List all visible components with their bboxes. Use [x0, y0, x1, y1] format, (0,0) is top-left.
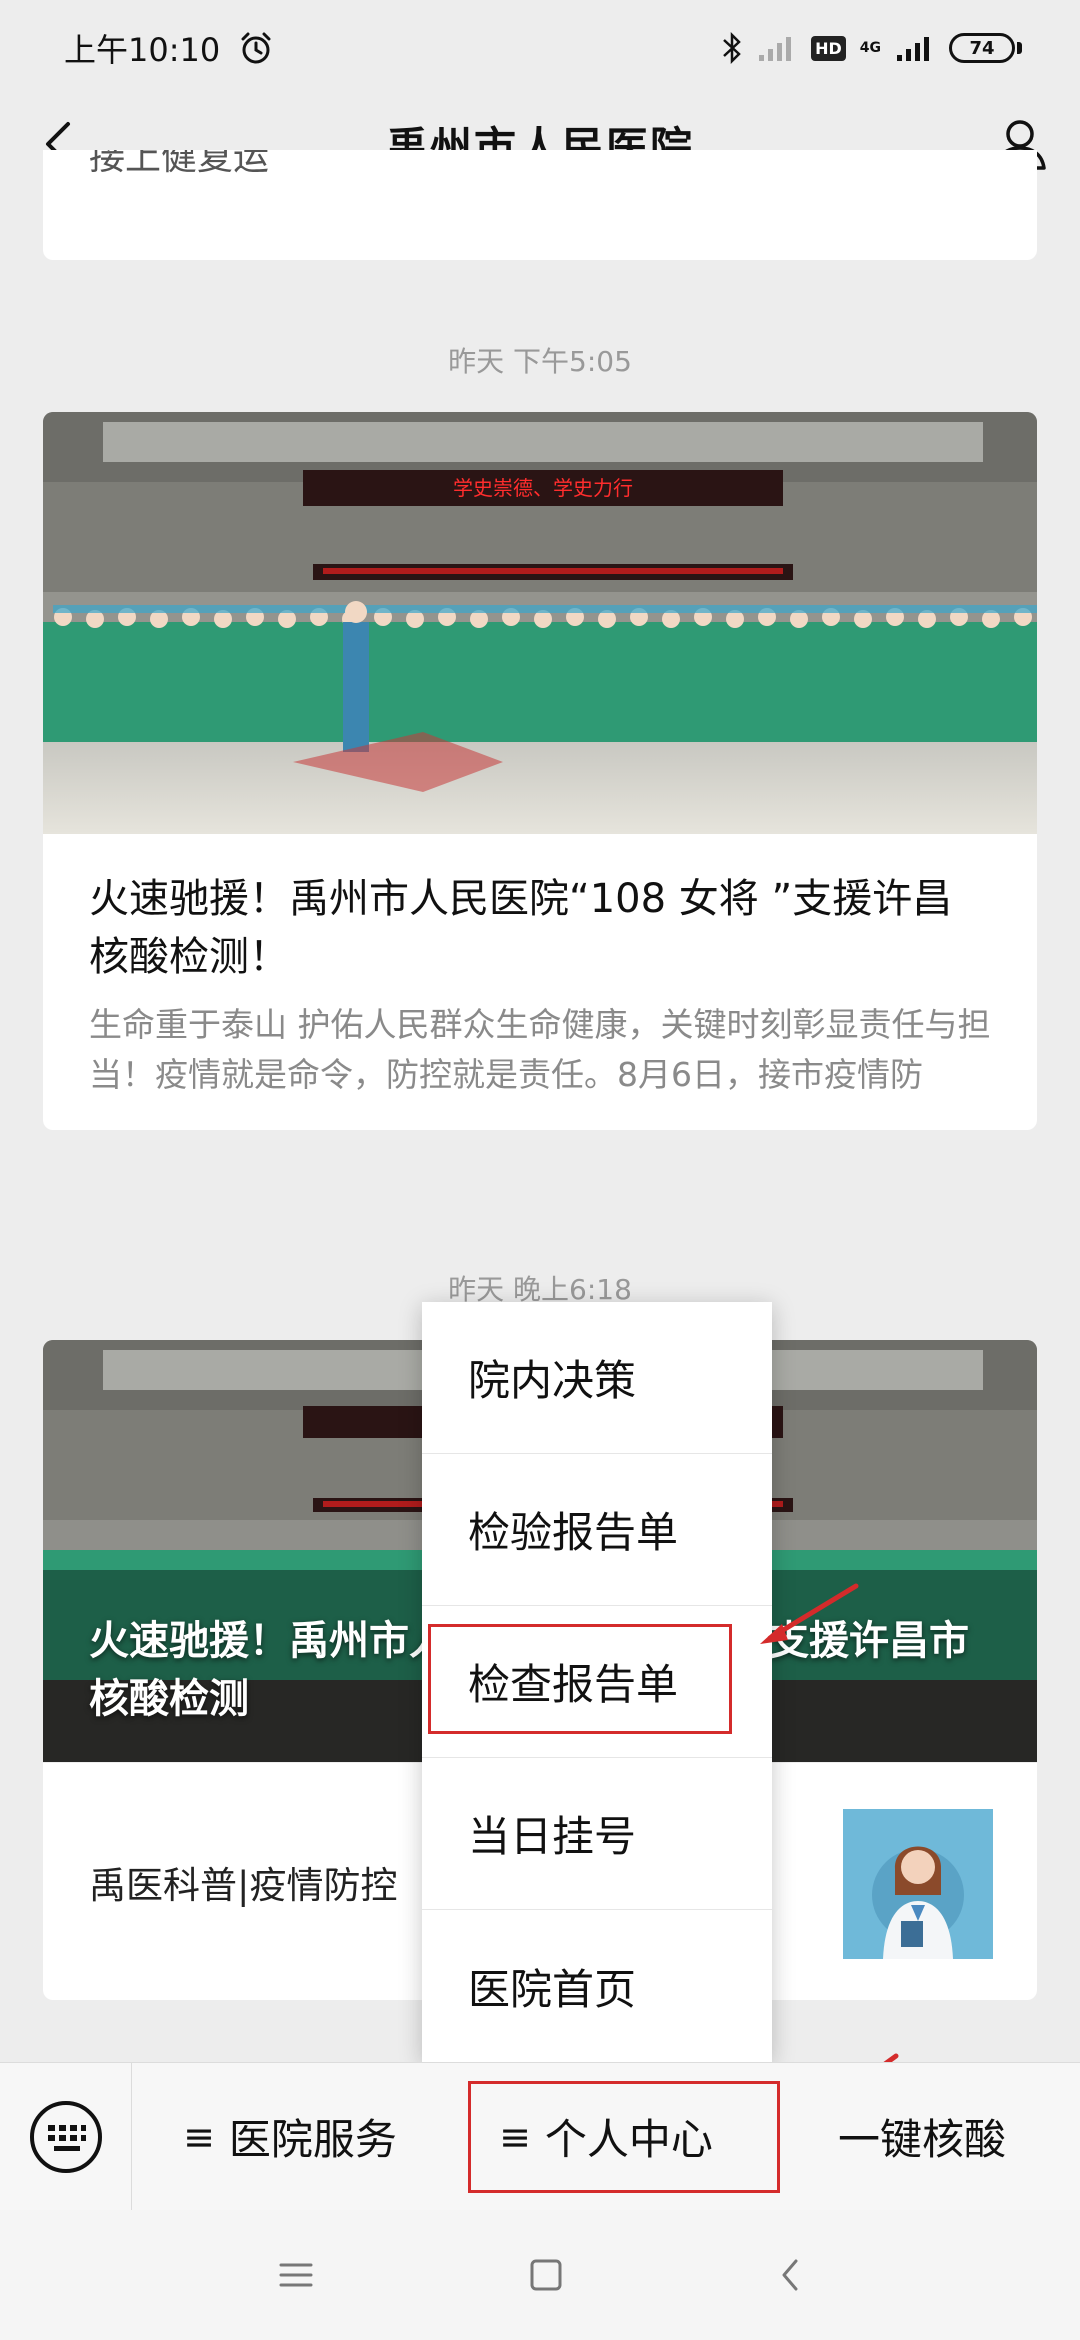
menu-item-homepage[interactable]: 医院首页 — [422, 1910, 772, 2062]
menu-item-label: 当日挂号 — [468, 1812, 637, 1861]
keyboard-icon — [29, 2100, 102, 2173]
article-card[interactable]: 学史崇德、学史力行 火速驰援！禹州市人民医院“108 女将 ”支援许昌核酸检测！… — [43, 412, 1037, 1130]
battery-icon: 74 — [949, 33, 1022, 63]
signal-weak-icon — [759, 37, 792, 61]
article-title: 火速驰援！禹州市人民医院“108 女将 ”支援许昌核酸检测！ — [89, 876, 953, 980]
menu-item-exam-report[interactable]: 检查报告单 — [422, 1606, 772, 1758]
article-summary: 生命重于泰山 护佑人民群众生命健康，关键时刻彰显责任与担当！疫情就是命令，防控就… — [89, 1005, 991, 1094]
status-bar: 上午10:10 HD 4G 74 — [0, 0, 1080, 96]
signal-strong-icon — [897, 37, 929, 61]
menu-item-label: 医院首页 — [468, 1964, 637, 2014]
doctor-thumbnail — [843, 1809, 993, 1959]
menu-one-click-nucleic-acid[interactable]: 一键核酸 — [764, 2063, 1080, 2211]
back-nav-icon[interactable] — [778, 2257, 802, 2293]
highlight-box — [468, 2080, 780, 2193]
menu-hospital-services[interactable]: ≡ 医院服务 — [132, 2063, 448, 2211]
annotation-arrow-icon — [760, 1583, 859, 1644]
hd-badge: HD — [811, 35, 846, 61]
menu-item-label: 检验报告单 — [468, 1508, 679, 1557]
bottom-menu-bar: ≡ 医院服务 ≡ 个人中心 一键核酸 — [0, 2062, 1080, 2211]
menu-label: 一键核酸 — [837, 2115, 1006, 2164]
bluetooth-icon — [723, 31, 741, 65]
system-nav-bar — [0, 2210, 1080, 2340]
menu-item-decision[interactable]: 院内决策 — [422, 1302, 772, 1454]
menu-item-label: 院内决策 — [468, 1356, 637, 1405]
banner-text: 学史崇德、学史力行 — [453, 476, 633, 500]
partial-article-card[interactable]: 接上健复运 — [43, 150, 1037, 260]
menu-personal-center[interactable]: ≡ 个人中心 — [448, 2063, 780, 2211]
article-cover-image: 学史崇德、学史力行 — [43, 412, 1037, 834]
timestamp: 昨天 下午5:05 — [448, 345, 632, 378]
partial-article-text: 接上健复运 — [89, 150, 270, 178]
menu-item-lab-report[interactable]: 检验报告单 — [422, 1454, 772, 1606]
popup-menu: 院内决策 检验报告单 检查报告单 当日挂号 医院首页 — [422, 1302, 772, 2062]
status-time: 上午10:10 — [64, 31, 221, 69]
home-icon[interactable] — [528, 2257, 564, 2293]
menu-item-registration[interactable]: 当日挂号 — [422, 1758, 772, 1910]
alarm-icon — [241, 32, 271, 64]
network-type: 4G — [859, 40, 881, 56]
highlight-box — [428, 1624, 732, 1734]
menu-label: 医院服务 — [228, 2115, 397, 2164]
sub-article-title: 禹医科普|疫情防控 — [89, 1864, 398, 1907]
keyboard-toggle-button[interactable] — [0, 2062, 132, 2211]
menu-list-icon: ≡ — [183, 2114, 215, 2159]
recent-apps-icon[interactable] — [278, 2259, 314, 2291]
battery-level: 74 — [969, 37, 995, 59]
